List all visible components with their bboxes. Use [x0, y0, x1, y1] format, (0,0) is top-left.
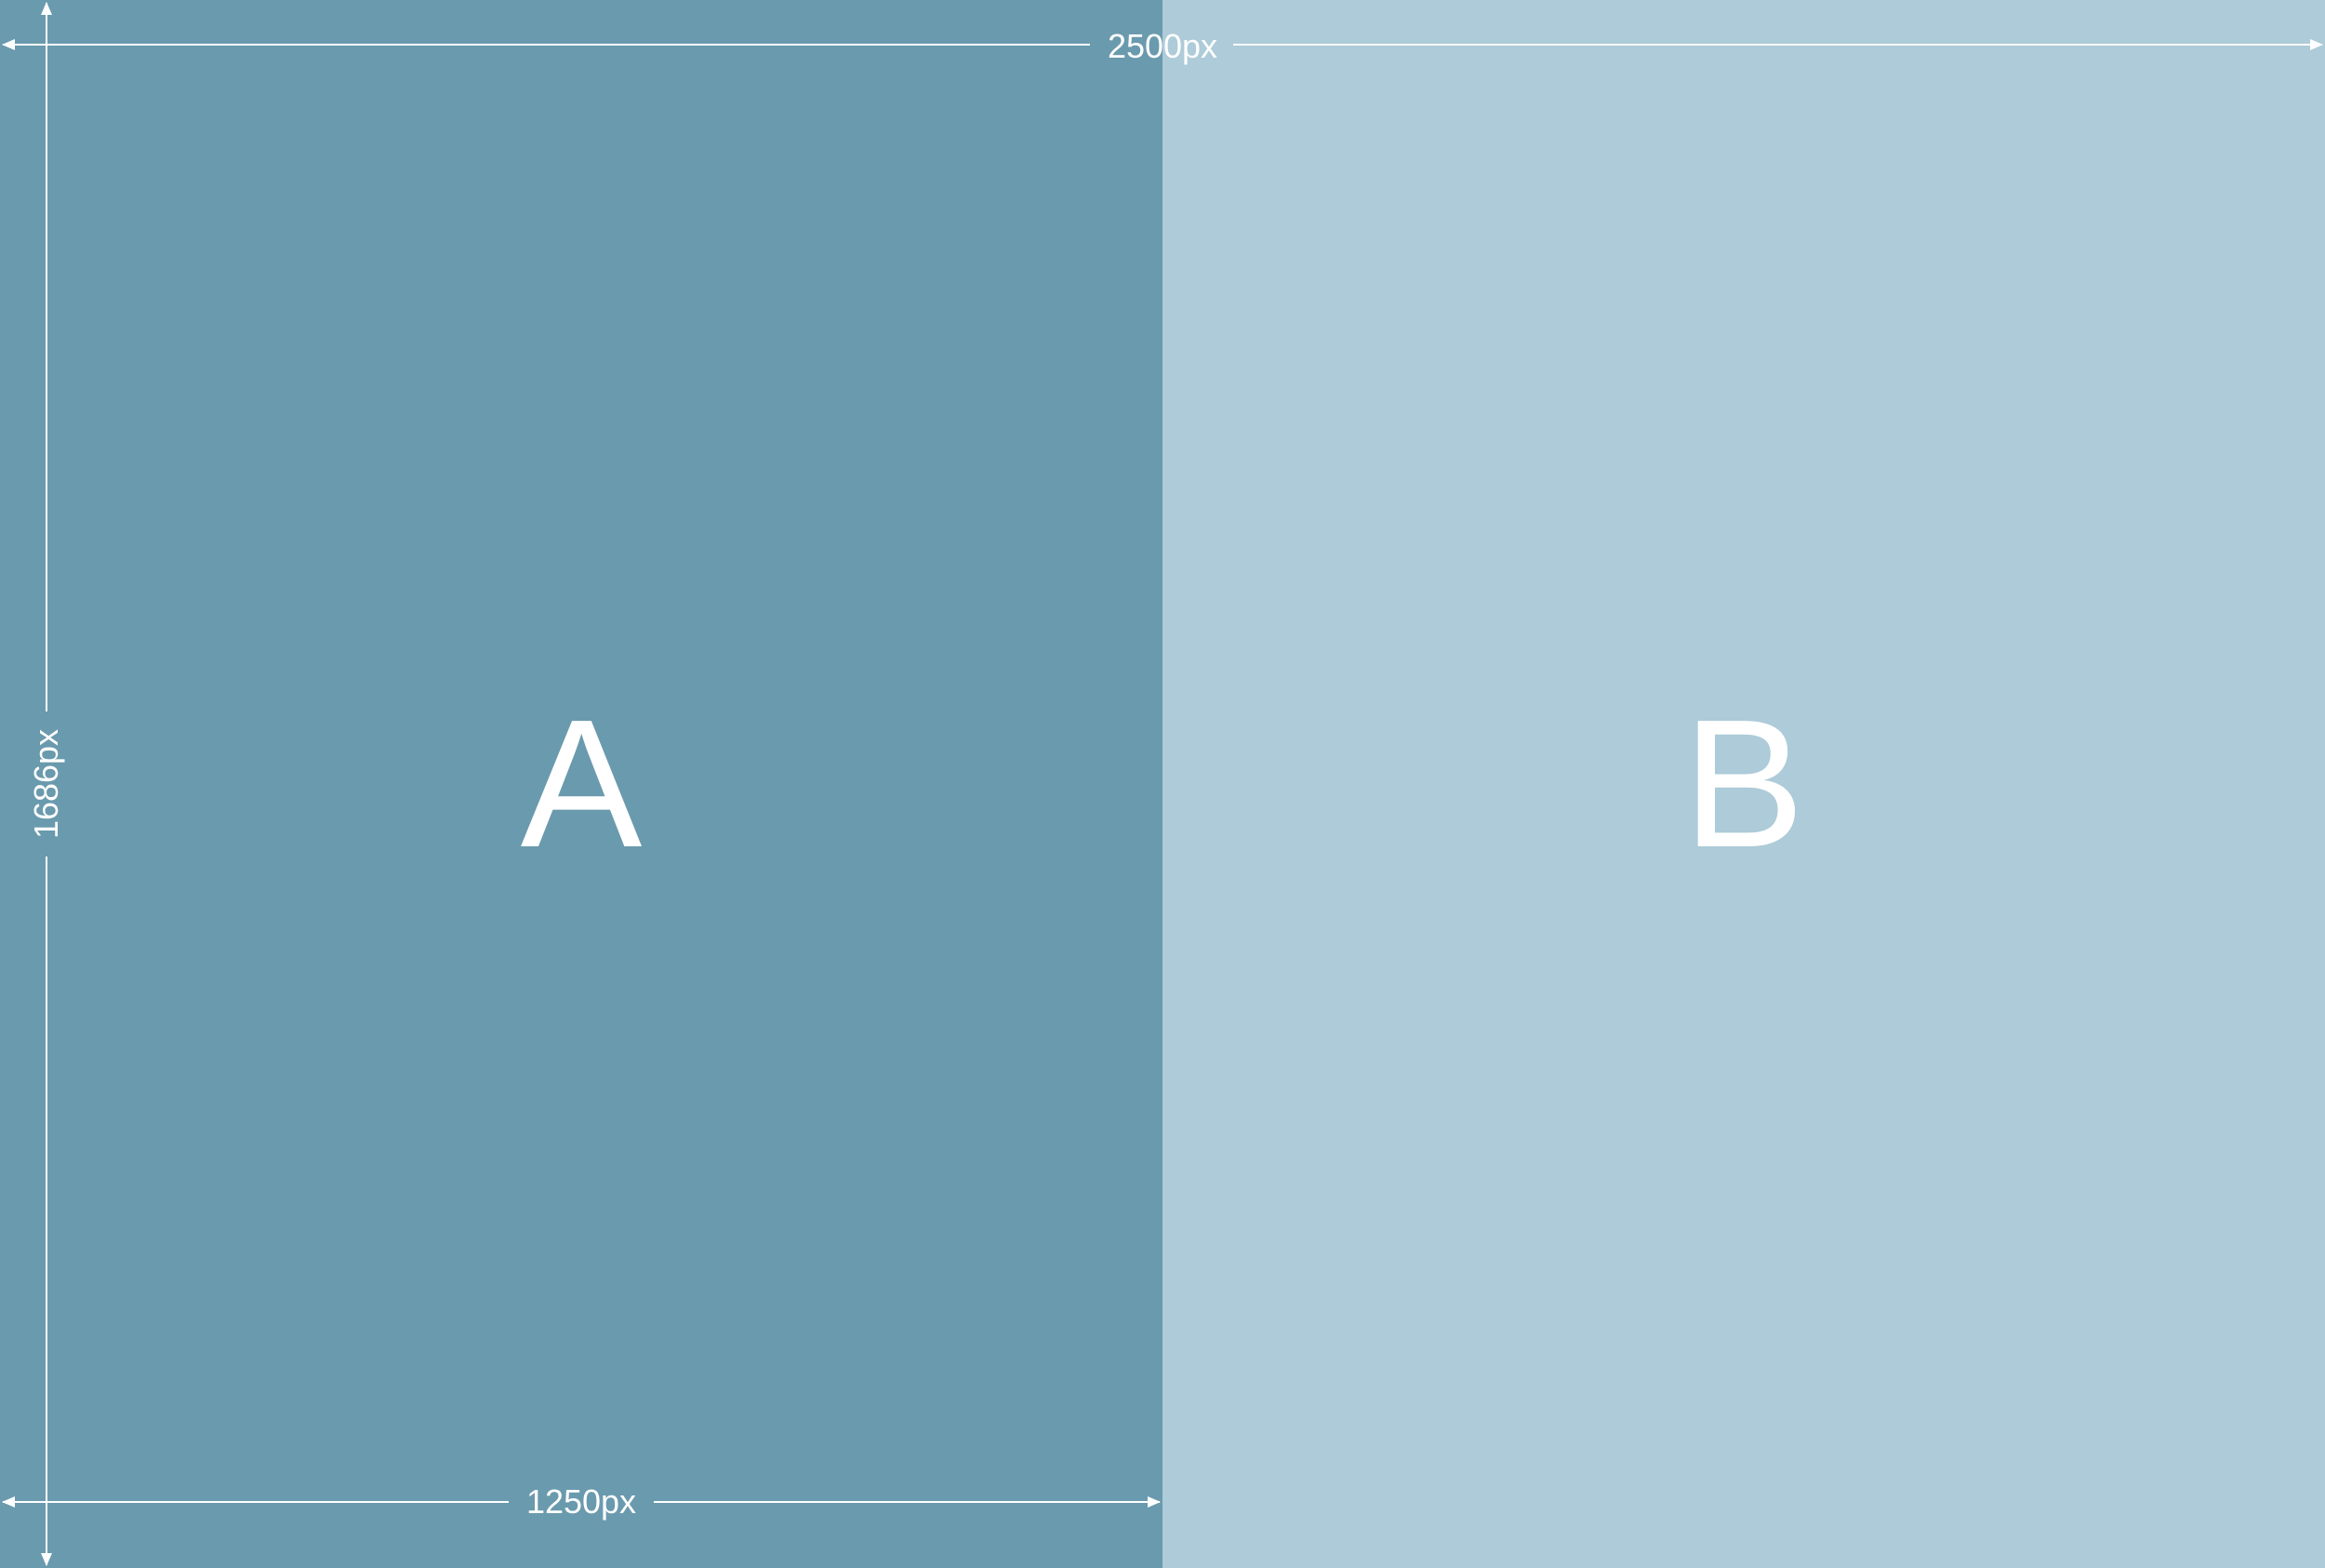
diagram-canvas: A B 2500px 1250px 1686px: [0, 0, 2325, 1568]
dimension-lines: [2, 2, 2323, 1566]
height-dimension-label: 1686px: [27, 728, 65, 840]
arrowhead-up: [41, 2, 52, 15]
arrowhead-right-top: [2310, 39, 2323, 50]
arrowhead-right-bottom: [1148, 1496, 1161, 1508]
arrowhead-left-top: [2, 39, 15, 50]
panel-width-dimension-label: 1250px: [525, 1482, 637, 1521]
arrowhead-left-bottom: [2, 1496, 15, 1508]
dimension-line-group: [3, 3, 2322, 1565]
arrowhead-down: [41, 1553, 52, 1566]
dimension-arrowheads: [2, 2, 2323, 1566]
width-dimension-label: 2500px: [1107, 27, 1218, 65]
